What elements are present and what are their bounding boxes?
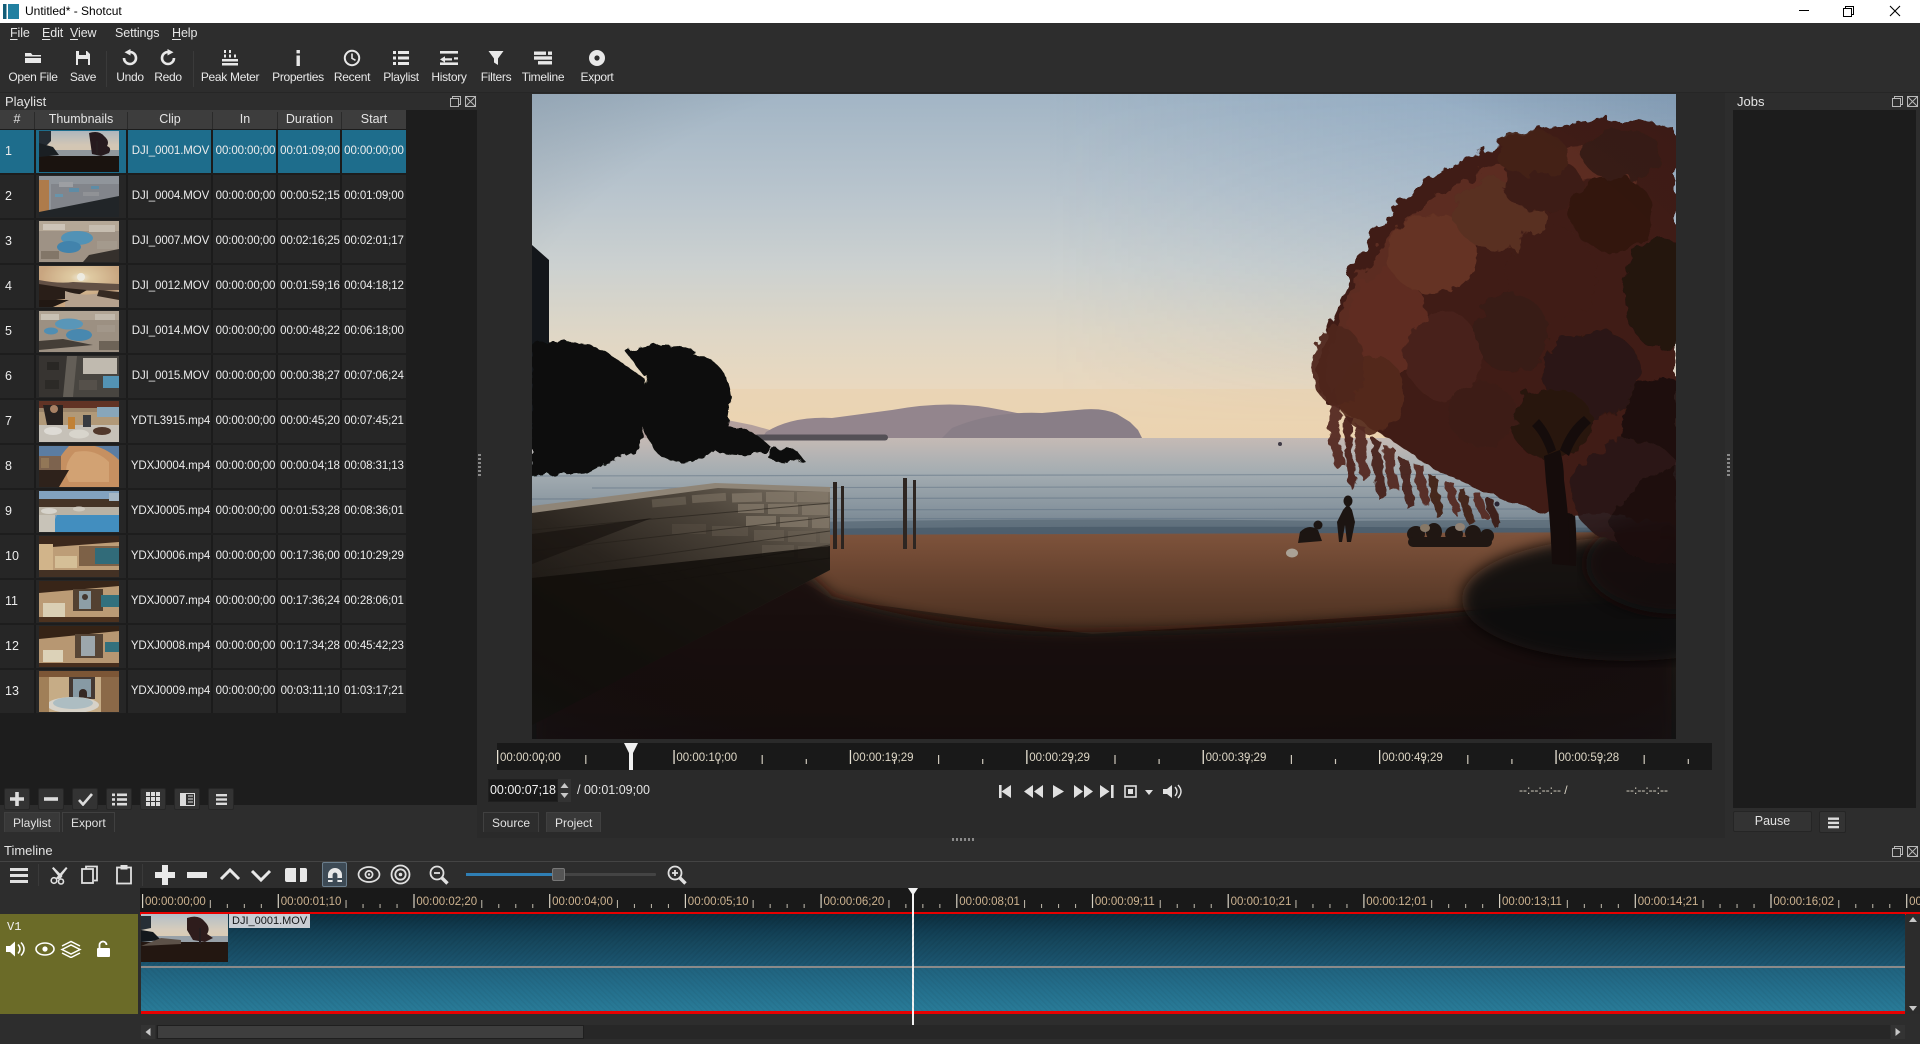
svg-text:00:00:59;28: 00:00:59;28 — [1558, 752, 1619, 764]
svg-text:00:00:39;29: 00:00:39;29 — [1206, 752, 1267, 764]
svg-text:00:00:04;00: 00:00:04;00 — [552, 896, 613, 908]
svg-text:00:00:19;29: 00:00:19;29 — [853, 752, 914, 764]
svg-text:00:00:16;02: 00:00:16;02 — [1773, 896, 1834, 908]
svg-text:00:00:13;11: 00:00:13;11 — [1502, 896, 1562, 908]
svg-text:00:00:10;21: 00:00:10;21 — [1231, 896, 1292, 908]
svg-text:00:00:02;20: 00:00:02;20 — [416, 896, 477, 908]
svg-text:00:00:49;29: 00:00:49;29 — [1382, 752, 1443, 764]
svg-text:00:00:10;00: 00:00:10;00 — [676, 752, 737, 764]
svg-text:00:00:12;01: 00:00:12;01 — [1366, 896, 1427, 908]
svg-text:00:00:05;10: 00:00:05;10 — [688, 896, 749, 908]
svg-text:00:00:29;29: 00:00:29;29 — [1029, 752, 1090, 764]
svg-text:00:00:08;01: 00:00:08;01 — [959, 896, 1020, 908]
svg-text:00:: 00: — [1909, 896, 1920, 908]
svg-text:00:00:14;21: 00:00:14;21 — [1638, 896, 1699, 908]
svg-text:00:00:00;00: 00:00:00;00 — [145, 896, 206, 908]
svg-text:00:00:09;11: 00:00:09;11 — [1095, 896, 1155, 908]
svg-text:00:00:00;00: 00:00:00;00 — [500, 752, 561, 764]
svg-text:00:00:06;20: 00:00:06;20 — [824, 896, 885, 908]
svg-text:00:00:01;10: 00:00:01;10 — [281, 896, 342, 908]
